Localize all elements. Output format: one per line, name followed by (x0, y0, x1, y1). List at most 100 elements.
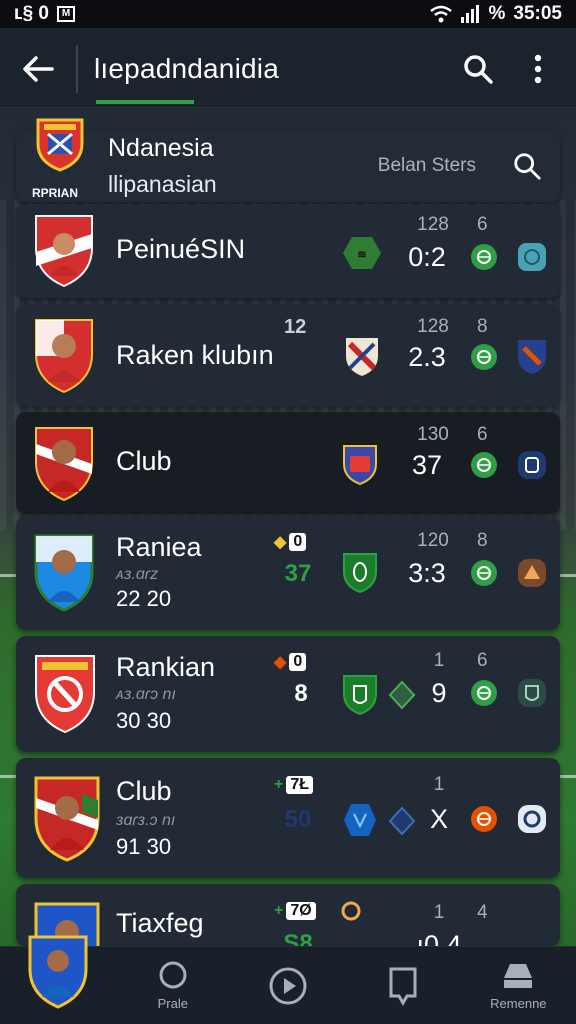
score: 37 (411, 450, 443, 480)
rank-badge-text: 7Ø (286, 902, 316, 920)
club-shield-icon (346, 338, 378, 376)
score: 3:3 (408, 558, 446, 588)
mid-value: S8 (283, 930, 313, 946)
stat-top-2: 6 (477, 650, 488, 671)
hex-badge-icon (344, 804, 376, 836)
club-name: Raniea (116, 532, 202, 562)
battery-percent: % (488, 3, 506, 24)
list-item[interactable]: PeinuéSIN ≋ 128 6 0:2 (16, 204, 560, 298)
team-emblem-icon (518, 559, 546, 587)
stat-top-2: 6 (477, 214, 488, 235)
match-time: 30 30 (116, 708, 172, 733)
trophy-icon (341, 901, 361, 921)
list-item[interactable]: Rankian ᴀɜ.ɑɾɔ nı 30 30 ◆ 0 8 1 6 9 (16, 636, 560, 752)
stat-top: 120 (417, 530, 449, 551)
stat-top: 128 (417, 214, 449, 235)
search-icon[interactable] (512, 151, 542, 181)
nav-item-saved[interactable] (348, 947, 458, 1024)
player-crest-icon (34, 776, 100, 862)
ball-icon (477, 250, 491, 264)
filter-label[interactable]: Belan Sters (378, 155, 476, 177)
team-emblem-icon (518, 679, 546, 707)
rank-badge: +7Ø (274, 902, 316, 920)
club-name: Raken klubın (116, 340, 274, 370)
player-crest-icon (35, 427, 93, 502)
nav-item-play[interactable] (233, 947, 343, 1024)
back-button[interactable] (0, 30, 76, 108)
mid-value: 8 (294, 680, 308, 707)
mid-value: 37 (284, 560, 312, 587)
svg-text:≋: ≋ (357, 249, 366, 261)
action-dot[interactable] (471, 344, 497, 370)
nav-label: Prale (157, 996, 188, 1011)
club-shield-icon (343, 445, 377, 486)
page-title: lıepadndanidia (94, 52, 279, 84)
score: 9 (431, 678, 447, 708)
club-crest-icon (35, 655, 95, 734)
nav-item-inbox[interactable]: Remenne (463, 947, 573, 1024)
nav-item-search[interactable]: Prale (118, 947, 228, 1024)
rank-badge: ◆ 0 (274, 532, 307, 552)
club-name: Club (116, 446, 172, 476)
stat-top: 1 (433, 774, 445, 795)
status-clock: 35:05 (513, 3, 562, 24)
list-item[interactable]: Raniea ᴀɜ.ɑɾz 22 20 ◆ 0 37 120 8 3:3 (16, 516, 560, 630)
more-options-button[interactable] (508, 39, 568, 99)
wifi-icon (430, 5, 453, 23)
rank-badge-text: 12 (284, 316, 307, 338)
rank-badge-text: 0 (289, 533, 307, 551)
league-crest: RPRIAN (26, 118, 98, 202)
club-name: Club (116, 776, 172, 806)
action-dot[interactable] (471, 680, 497, 706)
shield-crest-icon (36, 118, 84, 172)
action-dot[interactable] (471, 452, 497, 478)
action-dot[interactable] (471, 244, 497, 270)
play-icon (269, 967, 307, 1004)
stat-top-2: 6 (477, 424, 488, 445)
list-item[interactable]: Club ɜɑɾɜ.ɔ nı 91 30 +7Ł 50 1 X (16, 758, 560, 878)
club-shield-icon (343, 675, 377, 716)
action-dot[interactable] (471, 806, 497, 832)
list-item[interactable]: Club 130 6 37 (16, 412, 560, 514)
search-button[interactable] (448, 39, 508, 99)
nav-label: Remenne (490, 996, 547, 1011)
team-emblem-icon (518, 805, 546, 833)
club-meta: ɜɑɾɜ.ɔ nı (116, 812, 176, 829)
club-shield-icon (343, 553, 377, 594)
app-bar: lıepadndanidia (0, 30, 576, 108)
score: X (429, 804, 448, 834)
league-subtitle: llipanasian (108, 171, 217, 197)
action-dot[interactable] (471, 560, 497, 586)
score: 2.3 (408, 342, 446, 372)
team-emblem-icon (518, 243, 546, 271)
stat-top-2: 4 (477, 902, 488, 923)
bottom-navigation: Prale Remenne (0, 935, 576, 1024)
club-meta: ᴀɜ.ɑɾɔ nı (116, 686, 176, 703)
league-header-card[interactable]: RPRIAN Ndanesia llipanasian Belan Sters (16, 118, 560, 202)
inbox-icon (504, 964, 533, 988)
club-name: Tiaxfeg (116, 908, 204, 938)
club-meta: ᴀɜ.ɑɾz (116, 566, 159, 583)
app-bar-divider (76, 44, 78, 93)
search-icon (464, 54, 493, 84)
player-avatar-icon (28, 935, 88, 1009)
league-title: Ndanesia (108, 134, 214, 162)
more-vert-icon (534, 54, 542, 83)
bookmark-icon (389, 967, 417, 1006)
match-time: 91 30 (116, 834, 172, 859)
match-time: 22 20 (116, 586, 172, 611)
hex-badge-icon: ≋ (343, 237, 381, 269)
score: 0:2 (408, 242, 446, 272)
stat-top-2: 8 (477, 316, 488, 337)
club-name: Rankian (116, 652, 216, 682)
stat-top: 1 (433, 650, 445, 671)
list-item[interactable]: Tiaxfeg +7Ø S8 1 4 ı0 4 (16, 884, 560, 946)
nav-item-profile[interactable] (3, 935, 113, 1024)
notification-icon: M (57, 6, 76, 22)
rank-badge: +7Ł (274, 776, 314, 794)
player-crest-icon (34, 534, 94, 612)
rank-badge: ◆ 0 (274, 652, 307, 672)
search-circle-icon (159, 961, 187, 989)
list-item[interactable]: Raken klubın 12 128 8 2.3 (16, 304, 560, 406)
mid-value: 50 (284, 806, 312, 833)
